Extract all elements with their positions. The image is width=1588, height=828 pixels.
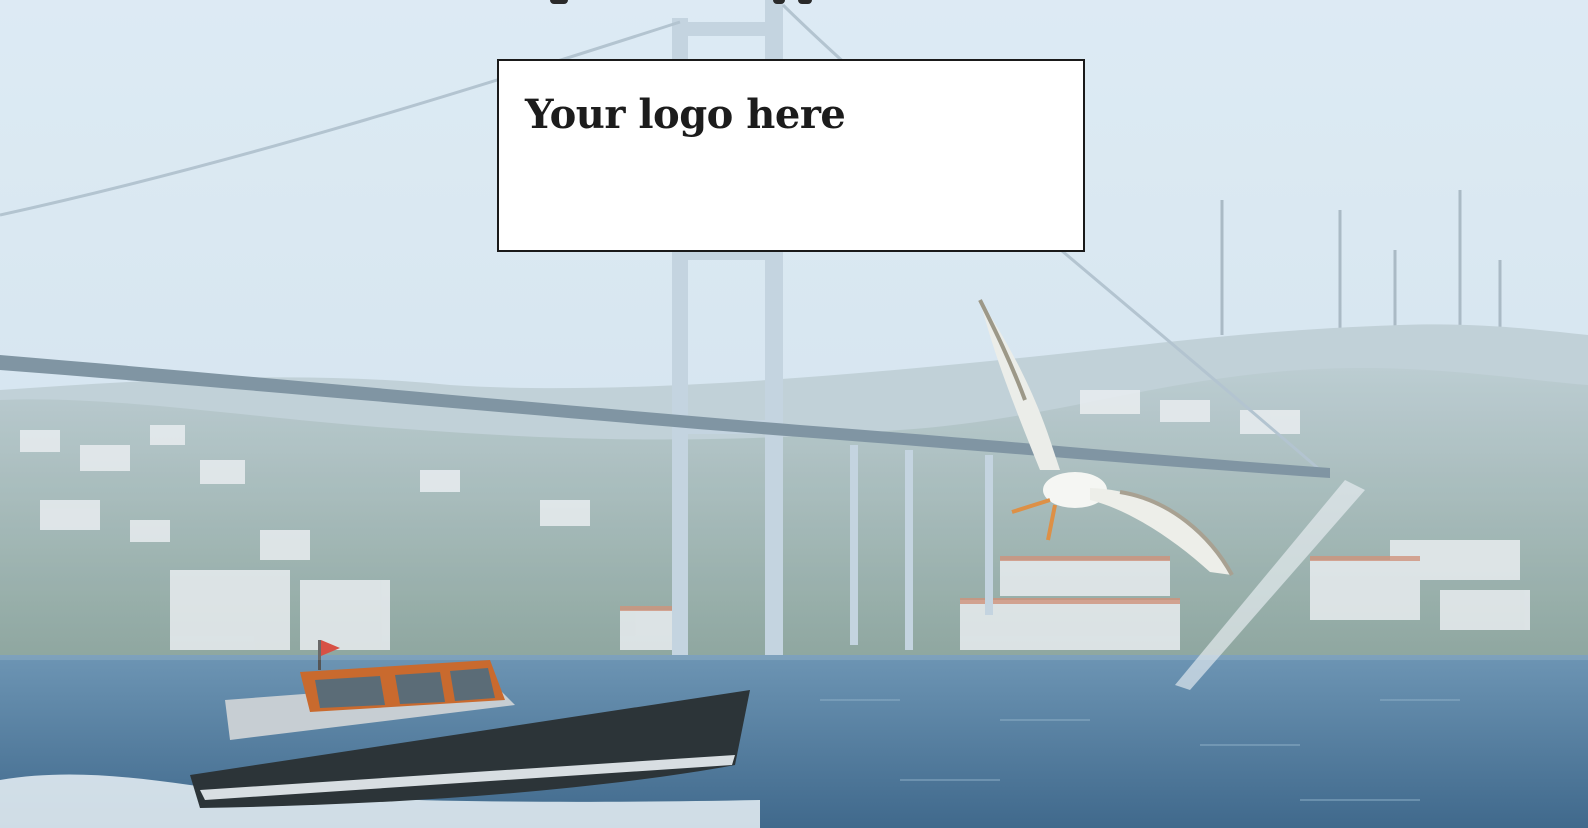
photo-background: Your logo here <box>0 0 1588 828</box>
logo-placeholder-box[interactable]: Your logo here <box>497 59 1085 252</box>
cropped-heading-fragment <box>540 0 830 4</box>
logo-placeholder-text: Your logo here <box>525 91 846 138</box>
